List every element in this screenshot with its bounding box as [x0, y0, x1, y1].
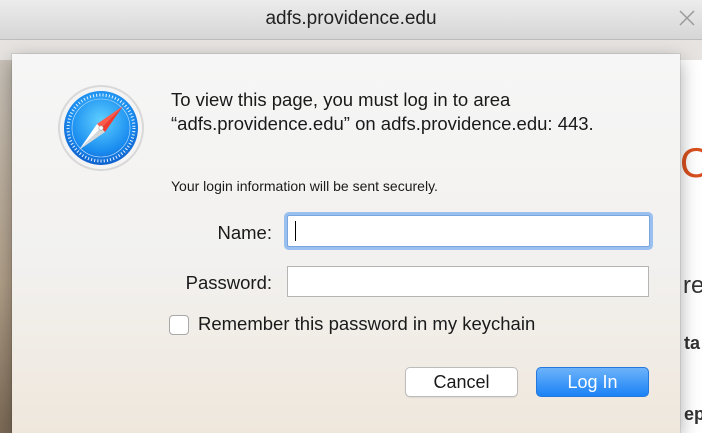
- close-x-icon[interactable]: [676, 7, 698, 29]
- login-dialog: To view this page, you must log in to ar…: [12, 54, 680, 433]
- login-message: To view this page, you must log in to ar…: [171, 89, 594, 134]
- login-button[interactable]: Log In: [536, 367, 649, 397]
- cancel-button[interactable]: Cancel: [405, 367, 518, 397]
- secure-note: Your login information will be sent secu…: [171, 178, 438, 194]
- background-text-fragment: re: [683, 272, 702, 299]
- window-title: adfs.providence.edu: [265, 8, 437, 29]
- background-text-fragment: ep: [684, 404, 702, 424]
- safari-compass-icon: [58, 85, 144, 171]
- remember-password-label[interactable]: Remember this password in my keychain: [198, 313, 535, 335]
- name-label: Name:: [217, 222, 273, 243]
- password-label: Password:: [185, 272, 272, 293]
- background-photo-edge: [0, 60, 12, 433]
- window-titlebar: adfs.providence.edu: [0, 0, 702, 40]
- remember-password-checkbox[interactable]: [169, 315, 189, 335]
- background-text-fragment: ta: [684, 333, 701, 353]
- name-field[interactable]: [287, 215, 650, 247]
- password-field[interactable]: [287, 266, 649, 297]
- background-text-fragment: O: [680, 139, 702, 186]
- text-caret: [295, 221, 296, 241]
